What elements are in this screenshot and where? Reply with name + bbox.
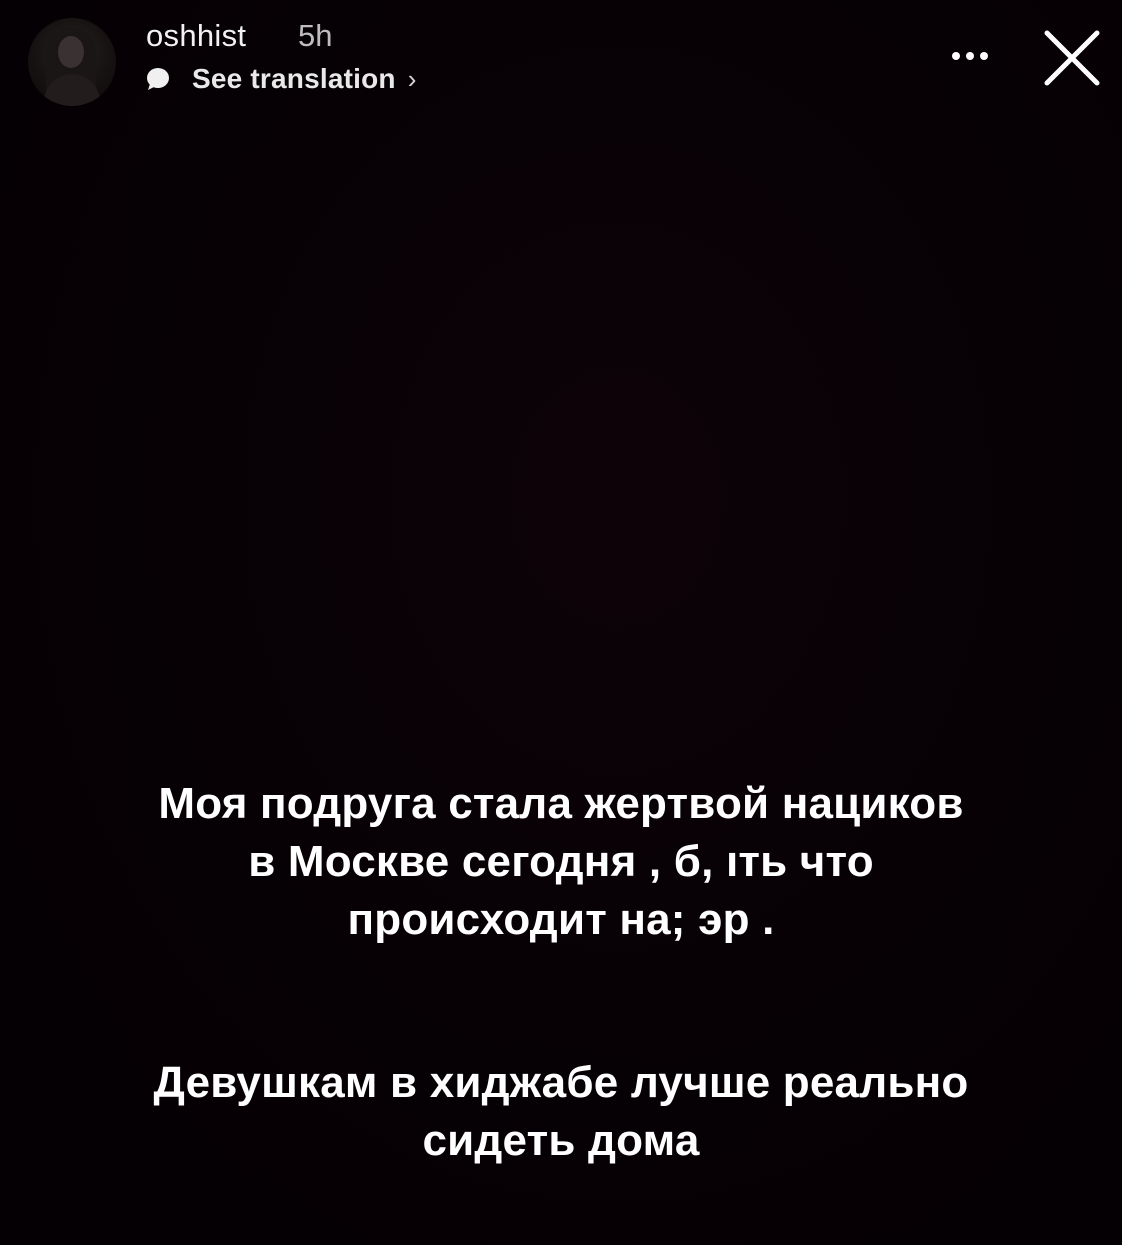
story-text-line: Моя подруга стала жертвой нациков xyxy=(158,779,964,828)
chevron-right-icon: › xyxy=(407,64,417,94)
more-options-button[interactable] xyxy=(944,38,996,78)
story-background[interactable]: oshhist 5h See translation › Моя подруга… xyxy=(0,0,1122,1245)
see-translation-button[interactable]: See translation › xyxy=(146,62,416,96)
profile-avatar[interactable] xyxy=(28,18,116,106)
story-text-paragraph-2: Девушкам в хиджабе лучше реально сидеть … xyxy=(40,1054,1082,1170)
close-icon xyxy=(1043,29,1101,92)
story-text-line: Девушкам в хиджабе лучше реально xyxy=(153,1058,969,1107)
story-text-line: в Москве сегодня , б, ıть что xyxy=(248,837,874,886)
post-time: 5h xyxy=(298,18,333,53)
see-translation-label: See translation xyxy=(192,63,396,94)
username-link[interactable]: oshhist xyxy=(146,18,246,54)
story-text-line: сидеть дома xyxy=(422,1116,700,1165)
story-header: oshhist 5h See translation › xyxy=(0,0,1122,120)
story-text-line: происходит на; эр . xyxy=(347,895,775,944)
close-button[interactable] xyxy=(1036,24,1108,96)
avatar-face xyxy=(58,36,84,68)
more-dots-icon xyxy=(950,49,990,67)
story-text-paragraph-1: Моя подруга стала жертвой нациков в Моск… xyxy=(40,775,1082,949)
speech-bubble-icon xyxy=(146,67,170,91)
